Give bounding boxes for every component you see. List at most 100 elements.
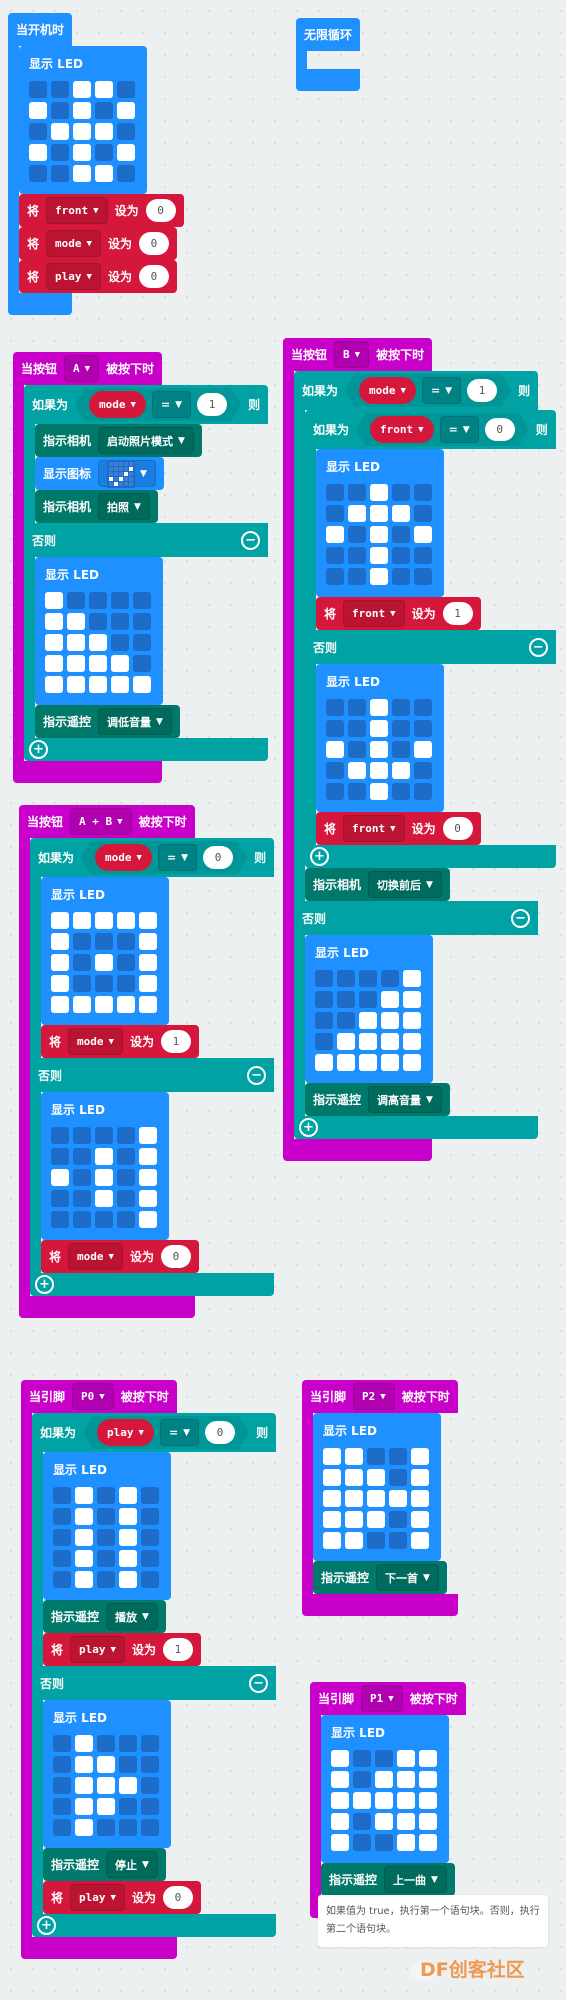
extension-call-block[interactable]: 指示相机 拍照 ▼ bbox=[35, 490, 158, 523]
led-cell-on[interactable] bbox=[67, 655, 85, 672]
led-cell-off[interactable] bbox=[133, 613, 151, 630]
variable-dropdown[interactable]: mode ▼ bbox=[46, 230, 101, 257]
led-cell-on[interactable] bbox=[411, 1532, 429, 1549]
led-cell-on[interactable] bbox=[139, 975, 157, 992]
led-cell-off[interactable] bbox=[315, 1012, 333, 1029]
led-cell-off[interactable] bbox=[367, 1532, 385, 1549]
led-cell-off[interactable] bbox=[348, 547, 366, 564]
led-cell-on[interactable] bbox=[414, 741, 432, 758]
value-input[interactable]: 0 bbox=[145, 199, 176, 222]
if-else-block[interactable]: 如果为 front ▼ = ▼ 0 则显示 LED 将 front ▼ 设为 1 否则 − 显示 LED 将 f… bbox=[305, 410, 556, 868]
show-leds-block[interactable]: 显示 LED bbox=[41, 877, 169, 1025]
led-cell-on[interactable] bbox=[95, 81, 113, 98]
led-cell-on[interactable] bbox=[367, 1490, 385, 1507]
led-cell-on[interactable] bbox=[403, 970, 421, 987]
set-variable-block[interactable]: 将 play ▼ 设为 0 bbox=[19, 260, 177, 293]
remove-else-icon[interactable]: − bbox=[249, 1673, 269, 1693]
led-cell-on[interactable] bbox=[75, 1529, 93, 1546]
led-cell-off[interactable] bbox=[119, 1798, 137, 1815]
led-cell-off[interactable] bbox=[389, 1532, 407, 1549]
led-cell-on[interactable] bbox=[95, 1190, 113, 1207]
led-cell-off[interactable] bbox=[117, 933, 135, 950]
led-cell-on[interactable] bbox=[51, 123, 69, 140]
led-cell-on[interactable] bbox=[375, 1792, 393, 1809]
event-block[interactable]: 当按钮 A ▼ 被按下时 如果为 mode ▼ = ▼ 1 则指示相机 启动照片模式 ▼ 显示图标 ▼ 指示相… bbox=[13, 352, 269, 783]
led-cell-on[interactable] bbox=[97, 1798, 115, 1815]
led-cell-off[interactable] bbox=[119, 1819, 137, 1836]
led-cell-on[interactable] bbox=[348, 505, 366, 522]
call-option-dropdown[interactable]: 调高音量 ▼ bbox=[368, 1086, 442, 1113]
extension-call-block[interactable]: 指示遥控 播放 ▼ bbox=[43, 1600, 166, 1633]
led-cell-off[interactable] bbox=[73, 1148, 91, 1165]
variable-reporter[interactable]: play ▼ bbox=[97, 1419, 154, 1446]
led-cell-off[interactable] bbox=[51, 1211, 69, 1228]
script-stack[interactable]: 无限循环 bbox=[296, 18, 361, 91]
led-cell-off[interactable] bbox=[326, 720, 344, 737]
value-input[interactable]: 0 bbox=[160, 1245, 191, 1268]
event-block[interactable]: 当按钮 A + B ▼ 被按下时 如果为 mode ▼ = ▼ 0 则显示 LED 将 mode ▼ 设为 1… bbox=[19, 805, 275, 1318]
led-cell-on[interactable] bbox=[345, 1469, 363, 1486]
led-cell-off[interactable] bbox=[67, 592, 85, 609]
led-cell-on[interactable] bbox=[403, 1033, 421, 1050]
event-header[interactable]: 当按钮 A ▼ 被按下时 bbox=[13, 352, 163, 385]
led-cell-off[interactable] bbox=[414, 568, 432, 585]
led-cell-on[interactable] bbox=[392, 505, 410, 522]
led-cell-off[interactable] bbox=[337, 1012, 355, 1029]
led-cell-on[interactable] bbox=[359, 1054, 377, 1071]
event-header[interactable]: 无限循环 bbox=[296, 18, 361, 51]
led-cell-off[interactable] bbox=[348, 568, 366, 585]
led-cell-off[interactable] bbox=[414, 484, 432, 501]
led-cell-on[interactable] bbox=[51, 975, 69, 992]
led-cell-off[interactable] bbox=[414, 783, 432, 800]
led-cell-off[interactable] bbox=[141, 1571, 159, 1588]
led-cell-off[interactable] bbox=[51, 1190, 69, 1207]
led-cell-off[interactable] bbox=[348, 484, 366, 501]
led-cell-on[interactable] bbox=[73, 81, 91, 98]
led-cell-on[interactable] bbox=[370, 762, 388, 779]
show-leds-block[interactable]: 显示 LED bbox=[43, 1700, 171, 1848]
led-cell-off[interactable] bbox=[117, 1169, 135, 1186]
remove-else-icon[interactable]: − bbox=[247, 1065, 267, 1085]
led-cell-off[interactable] bbox=[359, 991, 377, 1008]
led-cell-off[interactable] bbox=[111, 613, 129, 630]
led-cell-off[interactable] bbox=[97, 1529, 115, 1546]
led-cell-on[interactable] bbox=[89, 655, 107, 672]
led-cell-off[interactable] bbox=[353, 1834, 371, 1851]
led-cell-off[interactable] bbox=[51, 1127, 69, 1144]
variable-dropdown[interactable]: front ▼ bbox=[343, 815, 405, 842]
led-cell-on[interactable] bbox=[370, 720, 388, 737]
event-option-dropdown[interactable]: A ▼ bbox=[64, 355, 100, 382]
script-stack[interactable]: 当开机时 显示 LED 将 front ▼ 设为 0 将 mode ▼ 设为 0 将 play ▼ 设为 0 bbox=[8, 13, 184, 315]
led-cell-off[interactable] bbox=[53, 1571, 71, 1588]
led-cell-off[interactable] bbox=[53, 1529, 71, 1546]
led-cell-off[interactable] bbox=[326, 762, 344, 779]
if-header[interactable]: 如果为 mode ▼ = ▼ 1 则 bbox=[294, 371, 539, 410]
script-stack[interactable]: 当按钮 B ▼ 被按下时 如果为 mode ▼ = ▼ 1 则如果为 front ▼ = ▼ 0 则显示 LED… bbox=[283, 338, 556, 1161]
condition-slot[interactable]: mode ▼ = ▼ 0 bbox=[81, 841, 247, 874]
led-cell-on[interactable] bbox=[389, 1490, 407, 1507]
variable-dropdown[interactable]: front ▼ bbox=[46, 197, 108, 224]
event-block[interactable]: 当引脚 P0 ▼ 被按下时 如果为 play ▼ = ▼ 0 则显示 LED 指示遥控 播放 ▼ 将 play… bbox=[21, 1380, 277, 1959]
led-cell-off[interactable] bbox=[392, 547, 410, 564]
led-cell-on[interactable] bbox=[353, 1792, 371, 1809]
led-cell-on[interactable] bbox=[95, 996, 113, 1013]
led-cell-off[interactable] bbox=[392, 568, 410, 585]
led-cell-off[interactable] bbox=[392, 741, 410, 758]
led-cell-on[interactable] bbox=[29, 102, 47, 119]
led-cell-off[interactable] bbox=[337, 991, 355, 1008]
led-cell-on[interactable] bbox=[73, 996, 91, 1013]
led-cell-off[interactable] bbox=[51, 165, 69, 182]
set-variable-block[interactable]: 将 play ▼ 设为 0 bbox=[43, 1881, 201, 1914]
led-cell-off[interactable] bbox=[97, 1508, 115, 1525]
show-leds-block[interactable]: 显示 LED bbox=[19, 46, 147, 194]
led-cell-on[interactable] bbox=[419, 1792, 437, 1809]
call-option-dropdown[interactable]: 下一首 ▼ bbox=[376, 1564, 439, 1591]
if-else-block[interactable]: 如果为 mode ▼ = ▼ 1 则指示相机 启动照片模式 ▼ 显示图标 ▼ 指示相机 拍照 ▼ 否则 − 显示… bbox=[24, 385, 269, 761]
remove-else-icon[interactable]: − bbox=[528, 637, 548, 657]
value-input[interactable]: 1 bbox=[160, 1030, 191, 1053]
led-cell-off[interactable] bbox=[117, 954, 135, 971]
led-cell-off[interactable] bbox=[133, 634, 151, 651]
value-input[interactable]: 0 bbox=[442, 817, 473, 840]
led-cell-on[interactable] bbox=[45, 613, 63, 630]
led-cell-on[interactable] bbox=[45, 592, 63, 609]
